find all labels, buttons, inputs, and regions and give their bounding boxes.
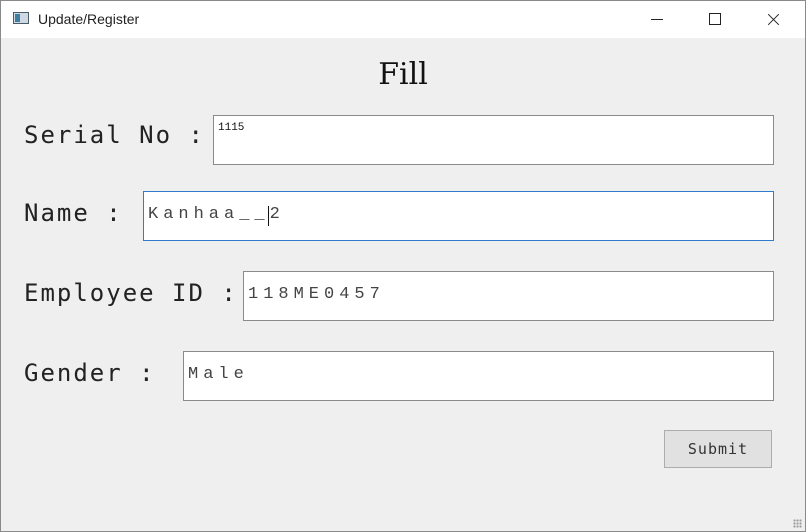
serial-no-field[interactable]: 1115 — [213, 115, 774, 165]
text-cursor — [268, 206, 269, 226]
maximize-icon — [709, 13, 721, 25]
submit-button[interactable]: Submit — [664, 430, 772, 468]
resize-grip[interactable] — [793, 519, 802, 528]
gender-label: Gender : — [24, 359, 156, 387]
form-heading: Fill — [378, 57, 428, 92]
close-button[interactable] — [749, 1, 795, 38]
name-value: Kanhaa__2 — [148, 205, 285, 224]
name-field[interactable]: Kanhaa__2 — [143, 191, 774, 241]
maximize-button[interactable] — [691, 1, 737, 38]
title-bar: Update/Register — [1, 1, 805, 38]
employee-id-label: Employee ID : — [24, 279, 238, 307]
name-label: Name : — [24, 199, 123, 227]
employee-id-value: 118ME0457 — [248, 285, 385, 304]
gender-value: Male — [188, 365, 249, 384]
employee-id-field[interactable]: 118ME0457 — [243, 271, 774, 321]
serial-no-label: Serial No : — [24, 121, 205, 149]
minimize-button[interactable] — [635, 1, 681, 38]
minimize-icon — [651, 19, 663, 20]
serial-no-value: 1115 — [218, 122, 245, 134]
update-register-window: Update/Register Fill Serial No : 1115 Na… — [0, 0, 806, 532]
gender-field[interactable]: Male — [183, 351, 774, 401]
window-title: Update/Register — [38, 11, 140, 27]
app-icon — [13, 12, 29, 24]
